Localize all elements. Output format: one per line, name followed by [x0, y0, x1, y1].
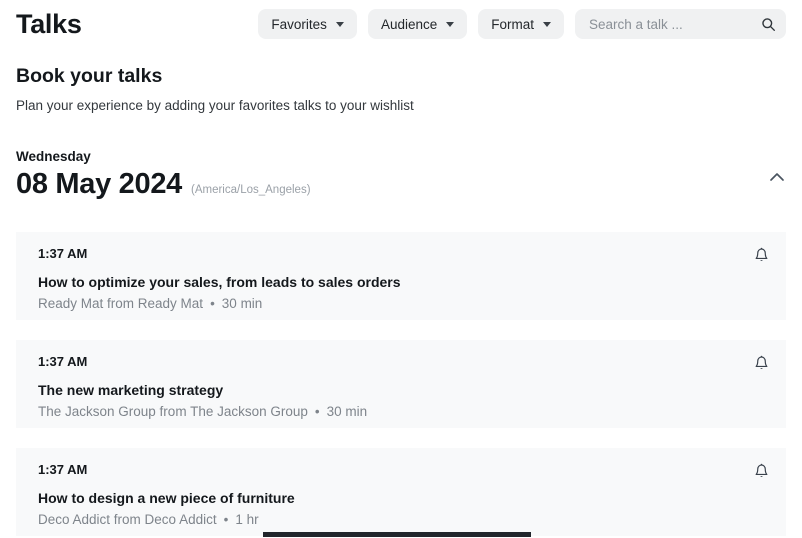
- bell-icon: [754, 247, 769, 263]
- bullet-separator: •: [315, 404, 320, 420]
- bell-icon: [754, 463, 769, 479]
- reminder-bell-button[interactable]: [752, 461, 771, 481]
- day-header: Wednesday 08 May 2024 (America/Los_Angel…: [16, 148, 786, 200]
- talk-card[interactable]: 1:37 AM How to optimize your sales, from…: [16, 232, 786, 320]
- bullet-separator: •: [224, 512, 229, 528]
- talk-duration: 30 min: [222, 296, 263, 312]
- talk-title-link[interactable]: The new marketing strategy: [38, 382, 764, 399]
- audience-filter-label: Audience: [381, 17, 437, 32]
- talk-meta: Deco Addict from Deco Addict • 1 hr: [38, 512, 764, 528]
- page-header: Talks Favorites Audience Format: [0, 0, 802, 41]
- search-box: [575, 9, 786, 39]
- page-title: Talks: [16, 7, 82, 41]
- reminder-bell-button[interactable]: [752, 353, 771, 373]
- talk-time: 1:37 AM: [38, 354, 764, 369]
- favorites-filter-button[interactable]: Favorites: [258, 9, 357, 39]
- talk-title-link[interactable]: How to design a new piece of furniture: [38, 490, 764, 507]
- caret-down-icon: [336, 22, 344, 27]
- favorites-filter-label: Favorites: [271, 17, 327, 32]
- talk-meta: Ready Mat from Ready Mat • 30 min: [38, 296, 764, 312]
- intro-section: Book your talks Plan your experience by …: [16, 64, 786, 114]
- date-label: 08 May 2024: [16, 168, 182, 200]
- bell-icon: [754, 355, 769, 371]
- collapse-day-button[interactable]: [768, 170, 786, 184]
- talk-speaker: The Jackson Group from The Jackson Group: [38, 404, 308, 420]
- search-input[interactable]: [587, 16, 761, 33]
- talk-card[interactable]: 1:37 AM How to design a new piece of fur…: [16, 448, 786, 536]
- search-icon[interactable]: [761, 17, 776, 32]
- format-filter-button[interactable]: Format: [478, 9, 564, 39]
- bullet-separator: •: [210, 296, 215, 312]
- talk-meta: The Jackson Group from The Jackson Group…: [38, 404, 764, 420]
- audience-filter-button[interactable]: Audience: [368, 9, 467, 39]
- day-header-text: Wednesday 08 May 2024 (America/Los_Angel…: [16, 148, 311, 200]
- timezone-label: (America/Los_Angeles): [191, 184, 311, 196]
- talk-time: 1:37 AM: [38, 246, 764, 261]
- section-heading: Book your talks: [16, 64, 786, 88]
- section-subheading: Plan your experience by adding your favo…: [16, 97, 786, 114]
- talk-card[interactable]: 1:37 AM The new marketing strategy The J…: [16, 340, 786, 428]
- reminder-bell-button[interactable]: [752, 245, 771, 265]
- date-row: 08 May 2024 (America/Los_Angeles): [16, 168, 311, 200]
- talk-title-link[interactable]: How to optimize your sales, from leads t…: [38, 274, 764, 291]
- talk-duration: 30 min: [327, 404, 368, 420]
- talk-time: 1:37 AM: [38, 462, 764, 477]
- talk-duration: 1 hr: [235, 512, 258, 528]
- talk-list: 1:37 AM How to optimize your sales, from…: [16, 232, 786, 536]
- talk-speaker: Deco Addict from Deco Addict: [38, 512, 217, 528]
- weekday-label: Wednesday: [16, 148, 311, 165]
- chevron-up-icon: [768, 170, 786, 184]
- bottom-bar: [263, 532, 531, 537]
- header-controls: Favorites Audience Format: [258, 9, 786, 39]
- caret-down-icon: [543, 22, 551, 27]
- caret-down-icon: [446, 22, 454, 27]
- talk-speaker: Ready Mat from Ready Mat: [38, 296, 203, 312]
- format-filter-label: Format: [491, 17, 534, 32]
